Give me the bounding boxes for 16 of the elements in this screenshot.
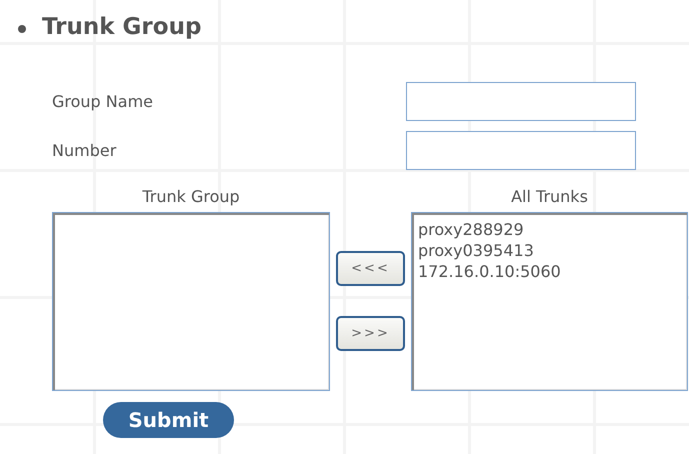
move-button[interactable]: >>> [336,316,405,351]
input-field[interactable] [406,82,636,121]
field-label: Number [52,141,118,160]
list-box[interactable] [52,212,330,391]
list-box[interactable]: proxy288929 proxy0395413 172.16.0.10:5060 [411,212,688,391]
list-item[interactable]: proxy0395413 [418,240,681,261]
list-item[interactable]: proxy288929 [418,219,681,240]
move-button[interactable]: <<< [336,251,405,286]
list-heading: All Trunks [510,187,589,208]
input-field[interactable] [406,131,636,170]
field-label: Group Name [52,92,154,111]
list-heading: Trunk Group [141,187,241,208]
bullet-icon [18,25,26,33]
list-item[interactable]: 172.16.0.10:5060 [418,261,681,282]
section-title: Trunk Group [42,14,202,40]
submit-button[interactable]: Submit [103,402,234,438]
